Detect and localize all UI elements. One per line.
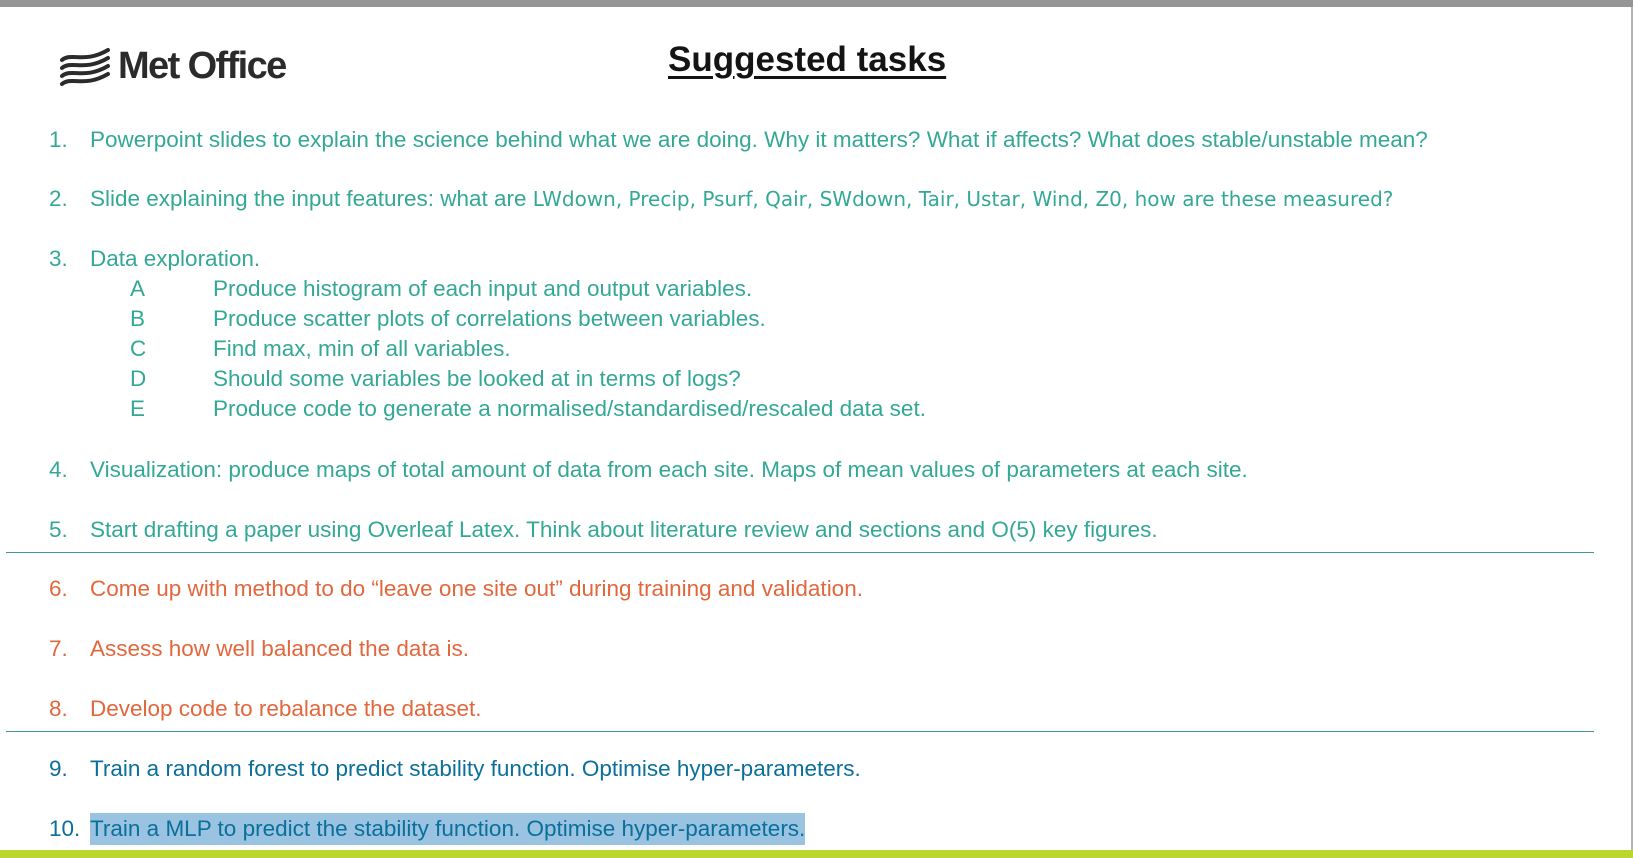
task-number: 10. xyxy=(49,816,81,841)
subtask-text: Produce code to generate a normalised/st… xyxy=(213,396,926,421)
task-text: Start drafting a paper using Overleaf La… xyxy=(90,517,1158,542)
selected-task-text[interactable]: Train a MLP to predict the stability fun… xyxy=(90,813,806,845)
met-office-waves-icon xyxy=(60,48,110,86)
task-number: 7. xyxy=(49,636,68,661)
task-number: 5. xyxy=(49,517,68,542)
task-text: Develop code to rebalance the dataset. xyxy=(90,696,482,721)
top-bar xyxy=(0,0,1633,7)
slide-title: Suggested tasks xyxy=(668,40,947,79)
task-number: 6. xyxy=(49,576,68,601)
task-text: Powerpoint slides to explain the science… xyxy=(90,127,1428,152)
subtask-letter: A xyxy=(130,276,146,301)
section-divider xyxy=(6,731,1594,732)
task-text: Visualization: produce maps of total amo… xyxy=(90,457,1248,482)
task-text: Train a random forest to predict stabili… xyxy=(90,756,861,781)
task-number: 1. xyxy=(49,127,68,152)
subtask-letter: D xyxy=(130,366,147,391)
task-features-list: LWdown, Precip, Psurf, Qair, SWdown, Tai… xyxy=(532,187,1394,211)
subtask-letter: B xyxy=(130,306,146,331)
subtask-text: Find max, min of all variables. xyxy=(213,336,511,361)
met-office-logo: Met Office xyxy=(58,44,287,88)
subtask-letter: E xyxy=(130,396,146,421)
task-number: 4. xyxy=(49,457,68,482)
subtask-text: Should some variables be looked at in te… xyxy=(213,366,741,391)
subtask-letter: C xyxy=(130,336,147,361)
subtask-text: Produce scatter plots of correlations be… xyxy=(213,306,766,331)
task-number: 3. xyxy=(49,246,68,271)
subtask-text: Produce histogram of each input and outp… xyxy=(213,276,753,301)
met-office-logo-text: Met Office xyxy=(118,45,287,87)
task-number: 9. xyxy=(49,756,68,781)
bottom-accent-bar xyxy=(0,850,1633,858)
task-text-part: Slide explaining the input features: wha… xyxy=(90,186,533,211)
task-text: Slide explaining the input features: wha… xyxy=(90,183,1393,215)
task-text: Come up with method to do “leave one sit… xyxy=(90,576,863,601)
task-number: 2. xyxy=(49,186,68,211)
task-text: Assess how well balanced the data is. xyxy=(90,636,469,661)
task-number: 8. xyxy=(49,696,68,721)
section-divider xyxy=(6,552,1594,553)
task-text: Data exploration. xyxy=(90,246,261,271)
